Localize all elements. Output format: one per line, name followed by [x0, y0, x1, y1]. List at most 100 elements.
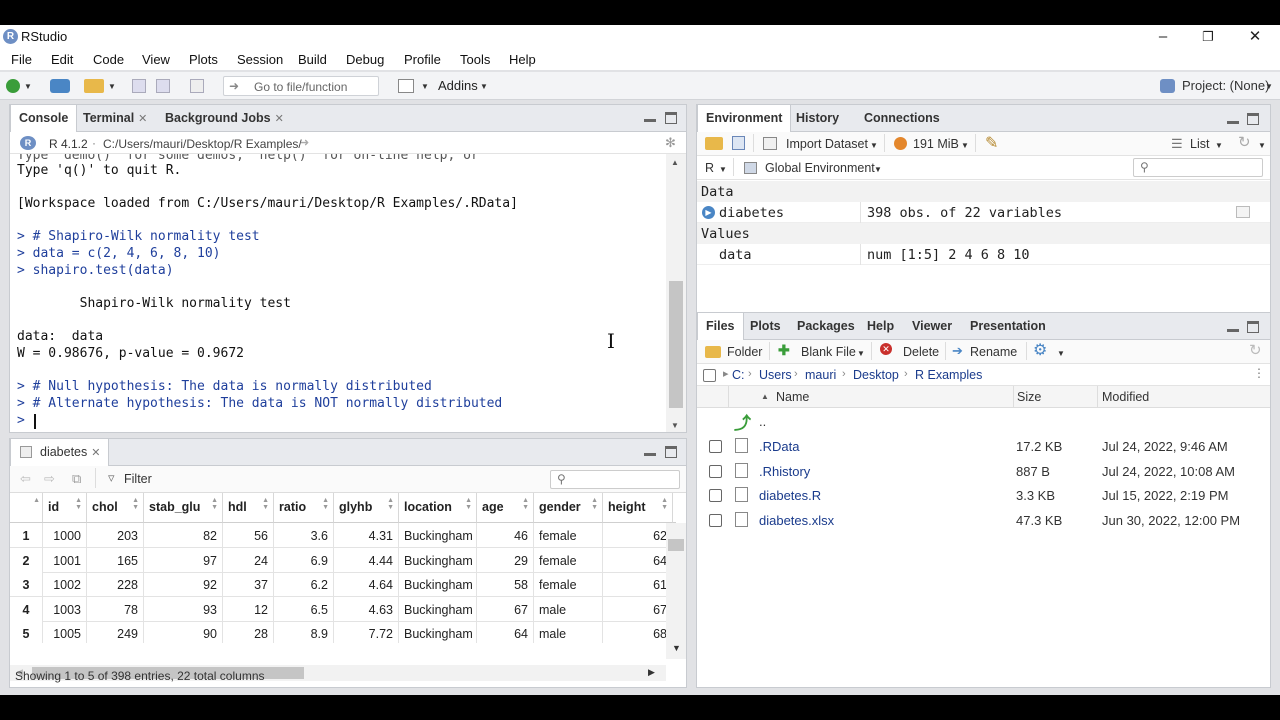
table-cell[interactable]: male — [534, 621, 603, 643]
load-workspace-icon[interactable] — [705, 137, 723, 150]
table-cell[interactable]: 37 — [223, 572, 274, 598]
minimize-pane-icon[interactable] — [1227, 121, 1239, 124]
row-number[interactable]: 1 — [10, 523, 43, 548]
select-all-checkbox[interactable] — [703, 369, 716, 382]
save-all-icon[interactable] — [156, 79, 170, 93]
row-number[interactable]: 3 — [10, 572, 43, 598]
table-cell[interactable]: 1005 — [43, 621, 87, 643]
workspace-panes-icon[interactable] — [398, 79, 414, 93]
table-cell[interactable]: 1003 — [43, 596, 87, 622]
language-select[interactable]: R — [705, 161, 714, 175]
file-checkbox[interactable] — [709, 464, 722, 478]
table-cell[interactable]: 228 — [87, 572, 144, 598]
file-row[interactable]: .RData 17.2 KB Jul 24, 2022, 9:46 AM — [697, 434, 1270, 459]
table-cell[interactable]: 3.6 — [274, 523, 334, 548]
tab-environment[interactable]: Environment — [697, 105, 792, 133]
search-input[interactable]: ⚲ — [550, 470, 680, 489]
parent-directory-link[interactable]: .. — [759, 414, 766, 429]
column-header[interactable]: glyhb ▲ ▼ — [334, 493, 399, 523]
column-header[interactable]: id ▲ ▼ — [43, 493, 87, 523]
menu-edit[interactable]: Edit — [51, 52, 73, 67]
file-checkbox[interactable] — [709, 489, 722, 503]
column-header[interactable]: location ▲ ▼ — [399, 493, 477, 523]
table-cell[interactable]: 1000 — [43, 523, 87, 548]
file-name[interactable]: diabetes.xlsx — [759, 513, 834, 528]
new-folder-button[interactable]: Folder — [727, 345, 762, 359]
env-search-input[interactable]: ⚲ — [1133, 158, 1263, 177]
table-cell[interactable]: male — [534, 596, 603, 622]
table-cell[interactable]: 4.44 — [334, 547, 399, 573]
table-cell[interactable]: Buckingham — [399, 523, 477, 548]
table-cell[interactable]: 4.63 — [334, 596, 399, 622]
list-view-button[interactable]: List — [1190, 137, 1209, 151]
expand-icon[interactable]: ▶ — [702, 206, 715, 219]
filter-icon[interactable]: ▿ — [108, 470, 115, 486]
menu-file[interactable]: File — [11, 52, 32, 67]
tab-help[interactable]: Help — [859, 313, 902, 340]
column-header[interactable]: gender ▲ ▼ — [534, 493, 603, 523]
table-cell[interactable]: 56 — [223, 523, 274, 548]
working-directory[interactable]: C:/Users/mauri/Desktop/R Examples/ — [103, 137, 302, 151]
table-cell[interactable]: 62 — [603, 523, 673, 548]
popout-icon[interactable]: ⧉ — [72, 471, 81, 487]
table-cell[interactable]: 92 — [144, 572, 223, 598]
table-cell[interactable]: 46 — [477, 523, 534, 548]
grid-vscrollbar[interactable]: ▼ — [666, 523, 686, 659]
column-header-rownum[interactable]: ▲ — [10, 493, 43, 523]
forward-icon[interactable]: ⇨ — [44, 471, 55, 487]
table-cell[interactable]: 68 — [603, 621, 673, 643]
environment-select[interactable]: Global Environment — [765, 161, 875, 175]
menu-view[interactable]: View — [142, 52, 170, 67]
clear-console-icon[interactable]: ✻ — [665, 135, 676, 151]
column-header[interactable]: ratio ▲ ▼ — [274, 493, 334, 523]
close-window-button[interactable]: ✕ — [1245, 27, 1265, 47]
table-cell[interactable]: 67 — [477, 596, 534, 622]
row-number[interactable]: 2 — [10, 547, 43, 573]
new-file-icon[interactable] — [6, 79, 20, 93]
breadcrumb-r-examples[interactable]: R Examples — [915, 368, 982, 382]
console-scrollbar[interactable]: ▲ ▼ — [666, 154, 686, 432]
tab-viewer[interactable]: Viewer — [904, 313, 960, 340]
maximize-pane-icon[interactable] — [1247, 321, 1259, 333]
maximize-pane-icon[interactable] — [665, 112, 677, 124]
env-object-row[interactable]: ▶ diabetes 398 obs. of 22 variables — [697, 202, 1270, 223]
table-cell[interactable]: 61 — [603, 572, 673, 598]
column-header[interactable]: age ▲ ▼ — [477, 493, 534, 523]
table-cell[interactable]: 93 — [144, 596, 223, 622]
new-project-icon[interactable] — [50, 79, 70, 93]
scroll-up-icon[interactable]: ▲ — [671, 158, 679, 167]
menu-session[interactable]: Session — [237, 52, 283, 67]
scroll-right-icon[interactable]: ▶ — [648, 667, 655, 678]
column-header[interactable]: w — [673, 493, 676, 523]
table-cell[interactable]: 4.31 — [334, 523, 399, 548]
file-checkbox[interactable] — [709, 513, 722, 527]
delete-button[interactable]: Delete — [903, 345, 939, 359]
column-name[interactable]: Name — [776, 390, 809, 404]
column-modified[interactable]: Modified — [1102, 390, 1149, 404]
menu-tools[interactable]: Tools — [460, 52, 490, 67]
table-cell[interactable]: female — [534, 547, 603, 573]
file-name[interactable]: diabetes.R — [759, 488, 821, 503]
env-value-row[interactable]: data num [1:5] 2 4 6 8 10 — [697, 244, 1270, 265]
tab-background-jobs[interactable]: Background Jobs ✕ — [157, 105, 292, 132]
file-row[interactable]: .Rhistory 887 B Jul 24, 2022, 10:08 AM — [697, 459, 1270, 484]
save-workspace-icon[interactable] — [732, 136, 745, 150]
tab-packages[interactable]: Packages — [789, 313, 863, 340]
goto-directory-icon[interactable]: ➜ — [300, 136, 309, 149]
clear-workspace-icon[interactable]: ✎ — [985, 133, 998, 153]
table-cell[interactable]: 28 — [223, 621, 274, 643]
data-grid[interactable]: ▲ id ▲ ▼ chol ▲ ▼ stab_glu ▲ ▼ hdl ▲ ▼ ratio ▲ ▼ g… — [10, 493, 676, 643]
maximize-pane-icon[interactable] — [1247, 113, 1259, 125]
tab-history[interactable]: History — [788, 105, 847, 132]
minimize-pane-icon[interactable] — [644, 119, 656, 122]
table-cell[interactable]: 82 — [144, 523, 223, 548]
project-menu[interactable]: Project: (None) — [1182, 78, 1269, 93]
tab-console[interactable]: Console — [10, 105, 78, 133]
gear-icon[interactable]: ⚙ — [1033, 340, 1047, 360]
column-header[interactable]: hdl ▲ ▼ — [223, 493, 274, 523]
table-cell[interactable]: 29 — [477, 547, 534, 573]
column-header[interactable]: chol ▲ ▼ — [87, 493, 144, 523]
file-row[interactable]: diabetes.R 3.3 KB Jul 15, 2022, 2:19 PM — [697, 483, 1270, 508]
view-data-icon[interactable] — [1236, 206, 1250, 218]
new-blank-file-button[interactable]: Blank File — [801, 345, 856, 359]
